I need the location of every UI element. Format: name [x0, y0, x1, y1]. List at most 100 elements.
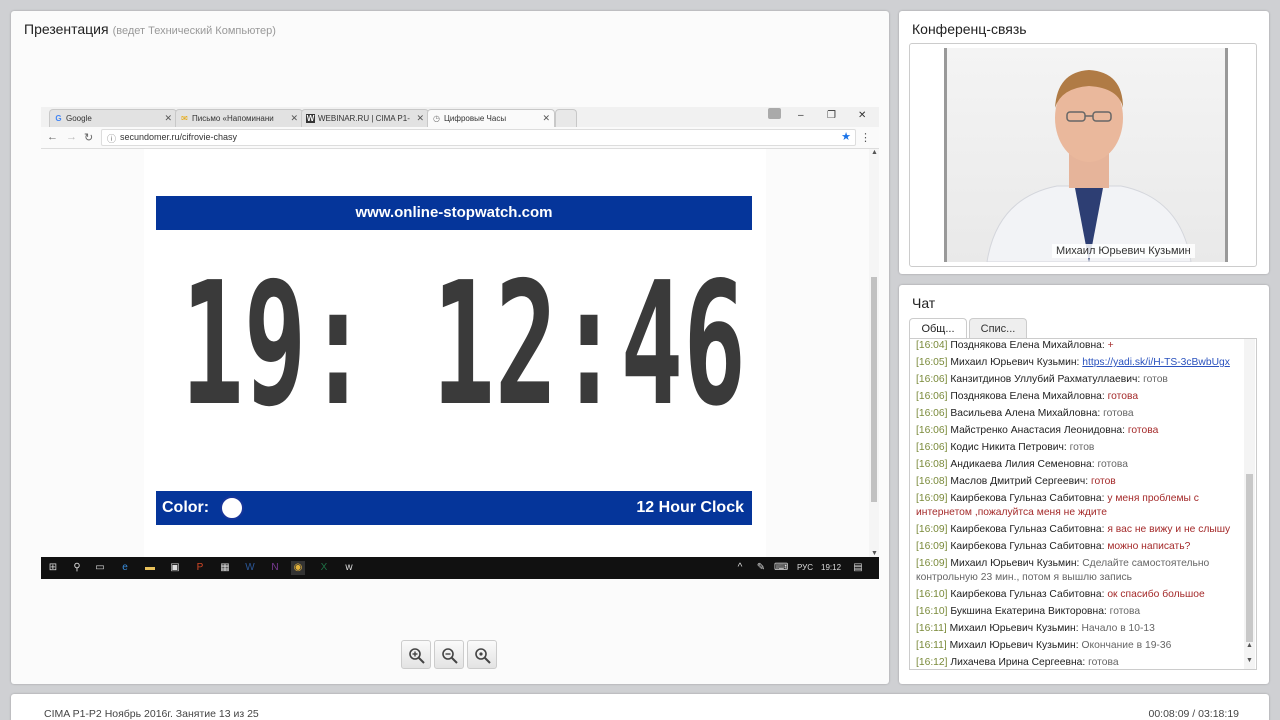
calculator-icon[interactable]: ▦	[218, 561, 232, 575]
windows-start-icon[interactable]: ⊞	[46, 561, 60, 575]
scroll-down-icon[interactable]: ▼	[871, 550, 878, 557]
new-tab-button[interactable]	[555, 109, 577, 127]
taskbar-clock[interactable]: 19:12	[821, 563, 841, 572]
message-text: я вас не вижу и не слышу	[1107, 524, 1231, 535]
message-author: Михаил Юрьевич Кузьмин:	[950, 558, 1080, 569]
message-time: [16:11]	[916, 623, 947, 634]
chrome-icon[interactable]: ◉	[291, 561, 305, 575]
message-time: [16:06]	[916, 391, 948, 402]
message-text: ок спасибо большое	[1107, 589, 1205, 600]
reload-icon[interactable]: ↻	[84, 131, 93, 144]
edge-icon[interactable]: e	[118, 561, 132, 575]
menu-icon[interactable]: ⋮	[860, 131, 871, 144]
message-text: готов	[1143, 374, 1168, 385]
message-author: Букшина Екатерина Викторовна:	[950, 606, 1107, 617]
close-icon[interactable]: ✕	[290, 113, 298, 124]
close-icon[interactable]: ✕	[416, 113, 424, 124]
excel-icon[interactable]: X	[317, 561, 331, 575]
message-author: Позднякова Елена Михайловна:	[950, 340, 1105, 351]
pen-icon[interactable]: ✎	[754, 561, 768, 575]
message-time: [16:06]	[916, 425, 948, 436]
webinar-icon: W	[306, 114, 315, 123]
tab-label: Цифровые Часы	[444, 114, 507, 123]
close-icon[interactable]: ✕	[542, 113, 550, 124]
task-view-icon[interactable]: ▭	[93, 561, 107, 575]
browser-tab-webinar[interactable]: W WEBINAR.RU | CIMA P1- ✕	[301, 109, 429, 127]
forward-icon[interactable]: →	[66, 131, 77, 143]
message-time: [16:11]	[916, 640, 947, 651]
chat-scrollbar[interactable]: ▲ ▼	[1244, 339, 1255, 669]
chat-message: [16:06] Канзитдинов Уллубий Рахматуллаев…	[916, 373, 1244, 387]
notifications-icon[interactable]: ▤	[851, 561, 865, 575]
clock-mode-toggle[interactable]: 12 Hour Clock	[636, 499, 744, 517]
site-banner[interactable]: www.online-stopwatch.com	[156, 196, 752, 230]
word-icon[interactable]: W	[243, 561, 257, 575]
onenote-icon[interactable]: N	[268, 561, 282, 575]
close-icon[interactable]: ✕	[164, 113, 172, 124]
zoom-out-button[interactable]	[434, 640, 464, 669]
message-time: [16:06]	[916, 442, 948, 453]
message-time: [16:09]	[916, 493, 948, 504]
restore-icon[interactable]: ❐	[827, 110, 836, 121]
zoom-in-icon	[409, 648, 425, 664]
back-icon[interactable]: ←	[47, 131, 58, 143]
webinar-app-icon[interactable]: w	[342, 561, 356, 575]
browser-tab-mail[interactable]: ✉ Письмо «Напоминани ✕	[175, 109, 303, 127]
message-text: готова	[1107, 391, 1139, 402]
chat-message: [16:05] Михаил Юрьевич Кузьмин: https://…	[916, 356, 1244, 370]
speaker-portrait	[986, 70, 1192, 262]
bookmark-star-icon[interactable]: ★	[841, 130, 851, 143]
powerpoint-icon[interactable]: P	[193, 561, 207, 575]
search-icon[interactable]: ⚲	[70, 561, 84, 575]
message-text: готова	[1127, 425, 1159, 436]
windows-taskbar: ⊞ ⚲ ▭ e ▬ ▣ P ▦ W N ◉ X w ^ ✎ ⌨ РУС 19:1…	[41, 557, 879, 579]
info-icon[interactable]: ⓘ	[107, 132, 116, 145]
explorer-icon[interactable]: ▬	[143, 561, 157, 575]
conference-title: Конференц-связь	[912, 21, 1027, 37]
language-indicator[interactable]: РУС	[797, 563, 813, 572]
message-time: [16:12]	[916, 657, 948, 668]
minimize-icon[interactable]: –	[798, 110, 804, 121]
message-author: Каирбекова Гульназ Сабитовна:	[950, 541, 1105, 552]
message-text: +	[1107, 340, 1114, 351]
message-text: готова	[1103, 408, 1134, 419]
tab-general-chat[interactable]: Общ...	[909, 318, 967, 339]
message-author: Кодис Никита Петрович:	[950, 442, 1067, 453]
scroll-up-icon[interactable]: ▲	[1246, 642, 1253, 649]
color-picker[interactable]	[220, 496, 244, 520]
user-icon[interactable]	[768, 108, 781, 119]
scroll-down-icon[interactable]: ▼	[1246, 657, 1253, 664]
chat-message: [16:06] Кодис Никита Петрович: готов	[916, 441, 1244, 455]
message-author: Лихачева Ирина Сергеевна:	[950, 657, 1086, 668]
zoom-fit-button[interactable]	[467, 640, 497, 669]
message-author: Михаил Юрьевич Кузьмин:	[950, 357, 1080, 368]
scroll-thumb[interactable]	[871, 277, 877, 502]
tab-participants-list[interactable]: Спис...	[969, 318, 1027, 339]
zoom-out-icon	[442, 648, 458, 664]
chat-messages[interactable]: [16:04] Позднякова Елена Михайловна: + [1…	[909, 338, 1257, 670]
presentation-title: Презентация (ведет Технический Компьютер)	[24, 21, 276, 37]
address-bar[interactable]: ⓘ secundomer.ru/cifrovie-chasy ★	[101, 129, 856, 146]
chat-message: [16:09] Михаил Юрьевич Кузьмин: Сделайте…	[916, 557, 1244, 585]
video-frame[interactable]: Михаил Юрьевич Кузьмин	[909, 43, 1257, 267]
window-close-icon[interactable]: ✕	[858, 110, 866, 121]
clock-icon: ◷	[433, 114, 440, 123]
zoom-in-button[interactable]	[401, 640, 431, 669]
session-title: CIMA P1-P2 Ноябрь 2016г. Занятие 13 из 2…	[44, 708, 259, 720]
scroll-up-icon[interactable]: ▲	[871, 149, 878, 156]
chat-message: [16:06] Майстренко Анастасия Леонидовна:…	[916, 424, 1244, 438]
page-scrollbar[interactable]: ▲ ▼	[869, 149, 879, 557]
message-author: Васильева Алена Михайловна:	[950, 408, 1101, 419]
chevron-up-icon[interactable]: ^	[733, 561, 747, 575]
scroll-thumb[interactable]	[1246, 474, 1253, 642]
message-author: Позднякова Елена Михайловна:	[950, 391, 1105, 402]
store-icon[interactable]: ▣	[168, 561, 182, 575]
tab-label: WEBINAR.RU | CIMA P1-	[318, 114, 410, 123]
zoom-fit-icon	[475, 648, 491, 664]
message-link[interactable]: https://yadi.sk/i/H-TS-3cBwbUgx	[1082, 357, 1230, 368]
message-author: Михаил Юрьевич Кузьмин:	[949, 623, 1079, 634]
browser-tab-clock[interactable]: ◷ Цифровые Часы ✕	[427, 109, 555, 127]
browser-tab-google[interactable]: G Google ✕	[49, 109, 177, 127]
chat-message: [16:06] Васильева Алена Михайловна: гото…	[916, 407, 1244, 421]
keyboard-icon[interactable]: ⌨	[774, 561, 788, 575]
